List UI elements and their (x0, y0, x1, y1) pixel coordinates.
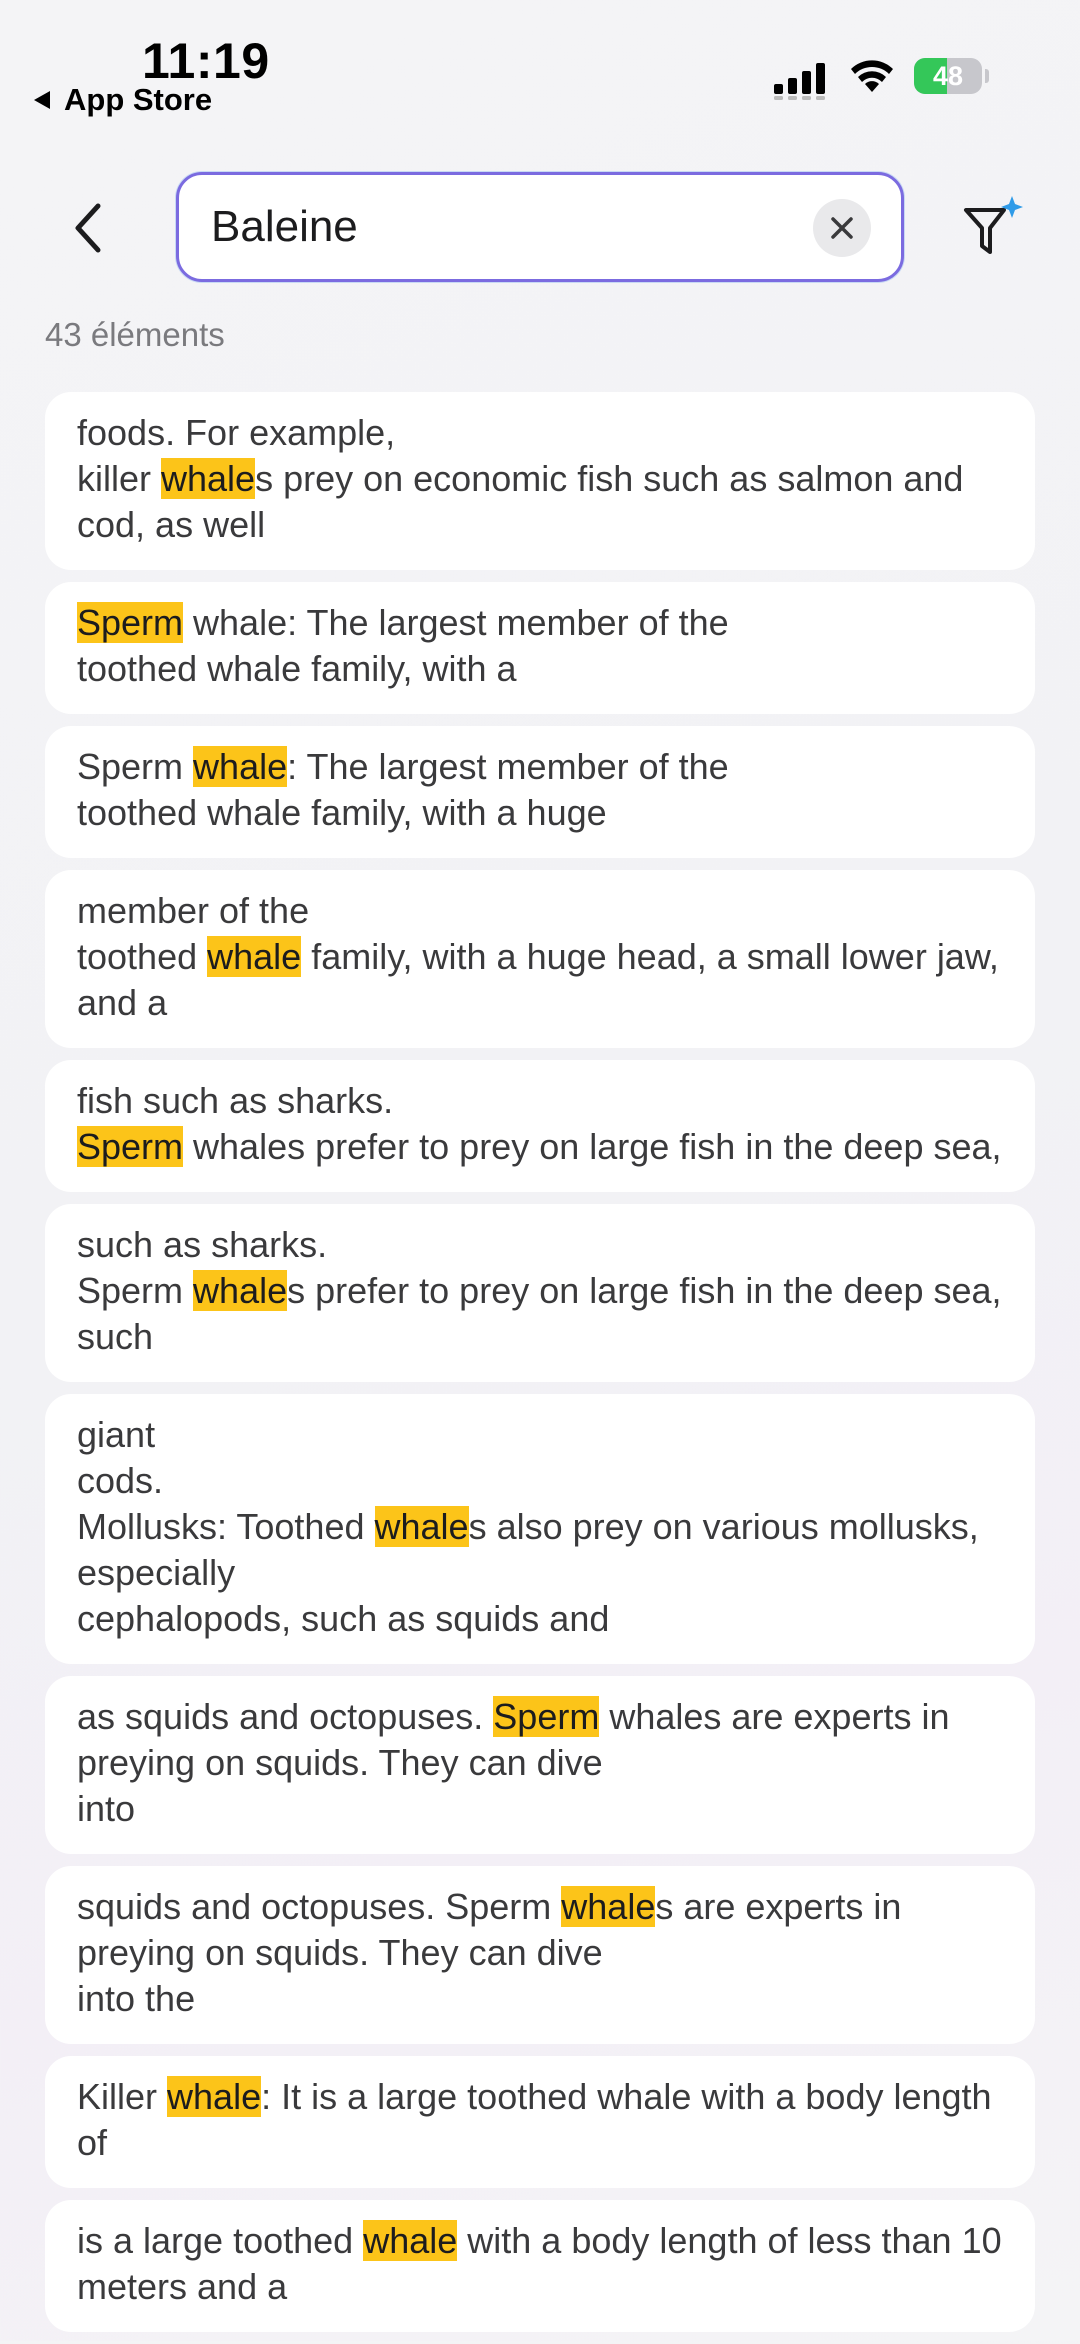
result-card[interactable]: foods. For example, killer whales prey o… (45, 392, 1035, 570)
status-bar: 11:19 App Store 48 (0, 0, 1080, 130)
result-text: Sperm (77, 746, 194, 787)
result-card[interactable]: Killer whale: It is a large toothed whal… (45, 2056, 1035, 2188)
search-box (176, 172, 904, 282)
highlighted-match: whale (374, 1506, 469, 1547)
result-card[interactable]: such as sharks. Sperm whales prefer to p… (45, 1204, 1035, 1382)
highlighted-match: Sperm (77, 602, 184, 643)
result-text: fish such as sharks. (77, 1080, 394, 1121)
chevron-left-icon[interactable] (62, 196, 118, 260)
highlighted-match: whale (363, 2220, 458, 2261)
result-card[interactable]: Sperm whale: The largest member of the t… (45, 582, 1035, 714)
search-input[interactable] (211, 175, 771, 279)
result-card[interactable]: fish such as sharks. Sperm whales prefer… (45, 1060, 1035, 1192)
sparkle-filter-icon[interactable] (960, 194, 1026, 260)
highlighted-match: Sperm (77, 1126, 184, 1167)
highlighted-match: Sperm (493, 1696, 600, 1737)
result-card[interactable]: giant cods. Mollusks: Toothed whales als… (45, 1394, 1035, 1664)
result-text: is a large toothed (77, 2220, 364, 2261)
result-text: giant cods. Mollusks: Toothed (77, 1414, 365, 1547)
result-card[interactable]: member of the toothed whale family, with… (45, 870, 1035, 1048)
result-text: squids and octopuses. Sperm (77, 1886, 562, 1927)
result-card[interactable]: Sperm whale: The largest member of the t… (45, 726, 1035, 858)
result-card[interactable]: as squids and octopuses. Sperm whales ar… (45, 1676, 1035, 1854)
result-text: as squids and octopuses. (77, 1696, 494, 1737)
back-triangle-icon (34, 91, 50, 109)
result-text: whales prefer to prey on large fish in t… (183, 1126, 1002, 1167)
close-icon (831, 217, 853, 239)
back-to-app-store-link[interactable]: App Store (34, 82, 212, 118)
highlighted-match: whale (561, 1886, 656, 1927)
highlighted-match: whale (161, 458, 256, 499)
highlighted-match: whale (167, 2076, 262, 2117)
battery-percent: 48 (932, 61, 964, 91)
cellular-signal-icon (774, 63, 825, 100)
result-text: Killer (77, 2076, 168, 2117)
results-list: foods. For example, killer whales prey o… (45, 392, 1035, 2344)
battery-indicator: 48 (914, 56, 990, 96)
back-app-label: App Store (64, 82, 213, 117)
result-card[interactable]: squids and octopuses. Sperm whales are e… (45, 1866, 1035, 2044)
highlighted-match: whale (193, 746, 288, 787)
result-card[interactable]: is a large toothed whale with a body len… (45, 2200, 1035, 2332)
highlighted-match: whale (207, 936, 302, 977)
result-count: 43 éléments (45, 316, 225, 353)
wifi-icon (851, 60, 893, 92)
clear-search-button[interactable] (813, 199, 871, 257)
highlighted-match: whale (193, 1270, 288, 1311)
